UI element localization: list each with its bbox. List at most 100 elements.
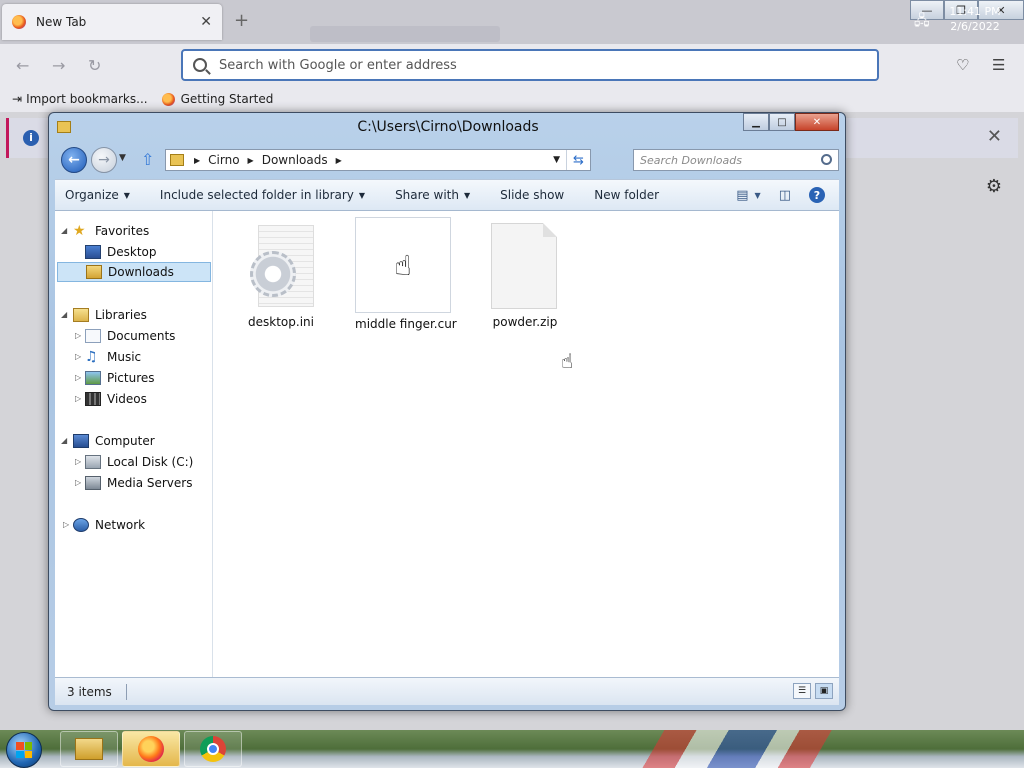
breadcrumb-arrow-icon[interactable]: ▶ bbox=[336, 156, 342, 165]
maximize-button[interactable]: □ bbox=[769, 113, 795, 131]
expander-icon[interactable]: ▷ bbox=[75, 478, 81, 487]
pocket-icon[interactable]: ♡ bbox=[956, 56, 969, 74]
chevron-down-icon: ▼ bbox=[463, 190, 471, 200]
back-arrow-icon[interactable]: ← bbox=[16, 56, 29, 75]
nav-desktop[interactable]: Desktop bbox=[85, 242, 157, 262]
include-in-library-button[interactable]: Include selected folder in library ▼ bbox=[160, 188, 365, 202]
bookmark-import[interactable]: ⇥ Import bookmarks... bbox=[12, 92, 148, 106]
import-icon: ⇥ bbox=[12, 92, 23, 106]
new-folder-button[interactable]: New folder bbox=[594, 188, 659, 202]
file-item-powder-zip[interactable]: powder.zip bbox=[477, 221, 573, 329]
minimize-button[interactable]: ▁ bbox=[743, 113, 769, 131]
address-dropdown-icon[interactable]: ▼ bbox=[553, 155, 560, 165]
large-icons-view-icon[interactable]: ▣ bbox=[815, 683, 833, 699]
back-button[interactable]: ← bbox=[61, 147, 87, 173]
nav-videos[interactable]: Videos bbox=[85, 389, 147, 409]
expander-icon[interactable]: ▷ bbox=[75, 457, 81, 466]
navigation-row: ← → ▼ ⇧ ▶ Cirno ▶ Downloads ▶ ▼ ⇆ Search… bbox=[61, 147, 839, 173]
forward-button[interactable]: → bbox=[91, 147, 117, 173]
cursor-file-icon: ☝ bbox=[355, 217, 451, 313]
close-button[interactable]: ✕ bbox=[795, 113, 839, 131]
firefox-icon bbox=[138, 736, 164, 762]
search-placeholder: Search Downloads bbox=[640, 153, 742, 167]
item-count: 3 items bbox=[67, 684, 112, 699]
downloads-folder-icon bbox=[86, 265, 102, 279]
reload-icon[interactable]: ↻ bbox=[88, 56, 101, 75]
bookmark-getting-started[interactable]: Getting Started bbox=[161, 92, 273, 106]
taskbar-explorer[interactable] bbox=[60, 731, 118, 767]
file-item-desktop-ini[interactable]: desktop.ini bbox=[233, 221, 329, 329]
change-view-icon[interactable]: ▤ bbox=[736, 188, 748, 203]
search-input[interactable]: Search Downloads bbox=[633, 149, 839, 171]
file-list: desktop.ini ☝ middle finger.cur powder.z… bbox=[215, 211, 839, 677]
menu-icon[interactable]: ☰ bbox=[992, 56, 1005, 74]
nav-media-servers[interactable]: Media Servers bbox=[85, 473, 192, 493]
firefox-tab-bar: New Tab ✕ + — ❐ ✕ bbox=[0, 0, 1024, 44]
expander-icon[interactable]: ▷ bbox=[75, 394, 81, 403]
notification-close-icon[interactable]: ✕ bbox=[987, 126, 1002, 147]
nav-favorites[interactable]: ★ Favorites bbox=[73, 221, 149, 241]
expander-icon[interactable]: ▷ bbox=[75, 331, 81, 340]
taskbar-chrome[interactable] bbox=[184, 731, 242, 767]
nav-music[interactable]: ♫ Music bbox=[85, 347, 141, 367]
chrome-icon bbox=[200, 736, 226, 762]
expander-icon[interactable]: ◢ bbox=[61, 310, 67, 319]
system-clock[interactable]: 11:41 PM 2/6/2022 bbox=[940, 4, 1010, 34]
tab-close-icon[interactable]: ✕ bbox=[200, 14, 212, 30]
help-icon[interactable]: ? bbox=[809, 187, 825, 203]
expander-icon[interactable]: ▷ bbox=[75, 352, 81, 361]
up-arrow-icon[interactable]: ⇧ bbox=[141, 150, 154, 169]
url-bar[interactable]: Search with Google or enter address bbox=[181, 49, 879, 81]
gear-icon[interactable]: ⚙ bbox=[986, 176, 1002, 197]
nav-pictures[interactable]: Pictures bbox=[85, 368, 155, 388]
preview-pane-icon[interactable]: ◫ bbox=[779, 188, 791, 203]
network-tray-icon[interactable]: 🖧 bbox=[914, 10, 930, 34]
breadcrumb-arrow-icon[interactable]: ▶ bbox=[194, 156, 200, 165]
expander-icon[interactable]: ▷ bbox=[63, 520, 69, 529]
chevron-down-icon[interactable]: ▼ bbox=[755, 191, 761, 200]
nav-local-disk[interactable]: Local Disk (C:) bbox=[85, 452, 193, 472]
nav-network[interactable]: Network bbox=[73, 515, 145, 535]
status-bar: 3 items ☰ ▣ bbox=[55, 677, 839, 705]
explorer-icon bbox=[75, 738, 103, 760]
organize-button[interactable]: Organize ▼ bbox=[65, 188, 130, 202]
view-controls: ▤ ▼ ◫ ? bbox=[718, 187, 825, 203]
chevron-down-icon: ▼ bbox=[123, 190, 130, 200]
explorer-window-controls: ▁ □ ✕ bbox=[743, 113, 839, 131]
star-icon: ★ bbox=[73, 223, 86, 239]
tab-new-tab[interactable]: New Tab ✕ bbox=[2, 4, 222, 40]
tab-title: New Tab bbox=[36, 15, 87, 29]
nav-computer[interactable]: Computer bbox=[73, 431, 155, 451]
url-placeholder: Search with Google or enter address bbox=[219, 57, 457, 73]
share-with-button[interactable]: Share with ▼ bbox=[395, 188, 470, 202]
file-item-middle-finger-cur[interactable]: ☝ middle finger.cur bbox=[355, 217, 457, 331]
view-toggle: ☰ ▣ bbox=[789, 683, 833, 699]
breadcrumb-downloads[interactable]: Downloads bbox=[262, 153, 328, 167]
address-bar[interactable]: ▶ Cirno ▶ Downloads ▶ ▼ ⇆ bbox=[165, 149, 591, 171]
music-icon: ♫ bbox=[85, 349, 98, 365]
recent-pages-dropdown[interactable]: ▼ bbox=[119, 153, 126, 163]
explorer-body: ◢ ★ Favorites Desktop Downloads ◢ Librar… bbox=[55, 211, 839, 677]
refresh-icon[interactable]: ⇆ bbox=[566, 150, 590, 170]
taskbar-firefox[interactable] bbox=[122, 731, 180, 767]
expander-icon[interactable]: ◢ bbox=[61, 226, 67, 235]
firefox-icon bbox=[12, 15, 26, 29]
nav-documents[interactable]: Documents bbox=[85, 326, 175, 346]
new-tab-button[interactable]: + bbox=[234, 10, 249, 31]
breadcrumb-cirno[interactable]: Cirno bbox=[208, 153, 239, 167]
clock-date: 2/6/2022 bbox=[950, 20, 1000, 33]
firefox-toolbar: ← → ↻ Search with Google or enter addres… bbox=[0, 44, 1024, 86]
clock-time: 11:41 PM bbox=[949, 5, 1001, 18]
breadcrumb-arrow-icon[interactable]: ▶ bbox=[248, 156, 254, 165]
start-button[interactable] bbox=[6, 732, 42, 768]
command-bar: Organize ▼ Include selected folder in lib… bbox=[55, 179, 839, 211]
details-view-icon[interactable]: ☰ bbox=[793, 683, 811, 699]
expander-icon[interactable]: ◢ bbox=[61, 436, 67, 445]
nav-libraries[interactable]: Libraries bbox=[73, 305, 147, 325]
slide-show-button[interactable]: Slide show bbox=[500, 188, 564, 202]
window-title: C:\Users\Cirno\Downloads bbox=[357, 119, 539, 135]
expander-icon[interactable]: ▷ bbox=[75, 373, 81, 382]
hand-cursor-icon: ☝ bbox=[561, 349, 574, 373]
nav-downloads[interactable]: Downloads bbox=[57, 262, 211, 282]
forward-arrow-icon[interactable]: → bbox=[52, 56, 65, 75]
